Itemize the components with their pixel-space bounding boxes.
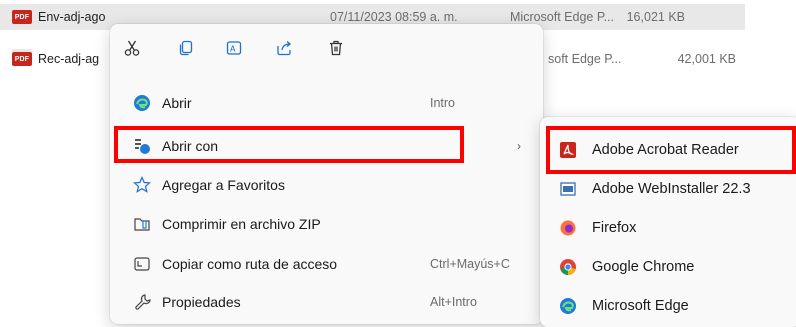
file-name: Rec-adj-ag [38,52,100,66]
menu-item-label: Agregar a Favoritos [162,177,285,193]
menu-item-open-with[interactable]: Abrir con › [116,130,537,162]
copy-icon [179,40,193,56]
share-button[interactable] [270,34,298,62]
quick-actions-bar: A [110,24,543,70]
file-size: 42,001 KB [677,52,736,66]
submenu-item-firefox[interactable]: Firefox [544,210,796,246]
submenu-item-acrobat[interactable]: Adobe Acrobat Reader [544,132,796,168]
menu-item-shortcut: Alt+Intro [430,295,477,309]
edge-icon [132,93,152,113]
wrench-icon [132,292,152,312]
file-type: Microsoft Edge P... [510,10,614,24]
open-with-icon [132,136,152,156]
star-icon [132,175,152,195]
rename-icon: A [226,41,242,55]
acrobat-icon [558,140,578,160]
submenu-item-label: Adobe Acrobat Reader [592,142,739,158]
open-with-submenu: Adobe Acrobat Reader Adobe WebInstaller … [540,117,796,327]
menu-item-label: Propiedades [162,294,241,310]
submenu-item-chrome[interactable]: Google Chrome [544,249,796,285]
menu-item-compress-zip[interactable]: Comprimir en archivo ZIP [116,208,537,240]
file-date: 07/11/2023 08:59 a. m. [330,10,458,24]
submenu-item-label: Microsoft Edge [592,298,689,314]
menu-item-shortcut: Ctrl+Mayús+C [430,257,510,271]
menu-item-label: Comprimir en archivo ZIP [162,216,321,232]
submenu-item-webinstaller[interactable]: Adobe WebInstaller 22.3 [544,171,796,207]
file-type: soft Edge P... [548,52,622,66]
path-icon [132,254,152,274]
submenu-item-label: Adobe WebInstaller 22.3 [592,181,751,197]
submenu-item-edge[interactable]: Microsoft Edge [544,288,796,324]
delete-button[interactable] [322,34,350,62]
chevron-right-icon: › [517,139,521,153]
menu-item-label: Abrir [162,95,192,111]
edge-icon [558,296,578,316]
cut-button[interactable] [118,34,146,62]
pdf-file-icon: PDF [12,49,32,66]
pdf-file-icon: PDF [12,7,32,24]
file-size: 16,021 KB [626,10,685,24]
cut-icon [124,40,140,56]
menu-item-copy-path[interactable]: Copiar como ruta de acceso Ctrl+Mayús+C [116,248,537,280]
share-icon [277,41,292,56]
zip-icon [132,214,152,234]
submenu-item-label: Firefox [592,220,637,236]
menu-item-label: Abrir con [162,138,219,154]
copy-button[interactable] [172,34,200,62]
menu-item-open[interactable]: Abrir Intro [116,87,537,119]
menu-item-add-favorites[interactable]: Agregar a Favoritos [116,169,537,201]
installer-icon [558,179,578,199]
file-name: Env-adj-ago [38,10,106,24]
rename-button[interactable]: A [220,34,248,62]
svg-text:A: A [230,45,236,54]
submenu-item-label: Google Chrome [592,259,695,275]
delete-icon [330,40,342,56]
menu-item-shortcut: Intro [430,96,456,110]
context-menu: A Abrir Intro Abrir con › Agregar a Favo… [110,24,543,324]
chrome-icon [558,257,578,277]
firefox-icon [558,218,578,238]
menu-item-label: Copiar como ruta de acceso [162,256,338,272]
menu-item-properties[interactable]: Propiedades Alt+Intro [116,286,537,318]
